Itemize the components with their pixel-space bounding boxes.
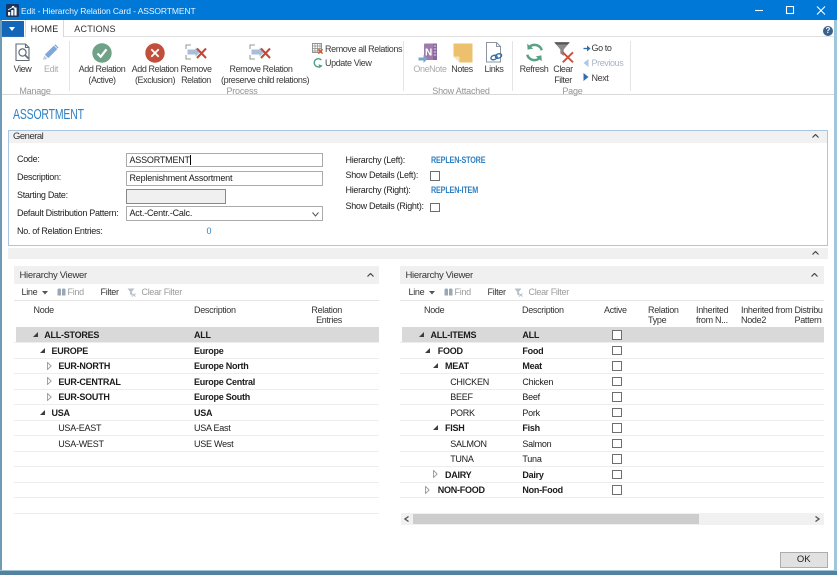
svg-text:N: N (425, 47, 432, 58)
